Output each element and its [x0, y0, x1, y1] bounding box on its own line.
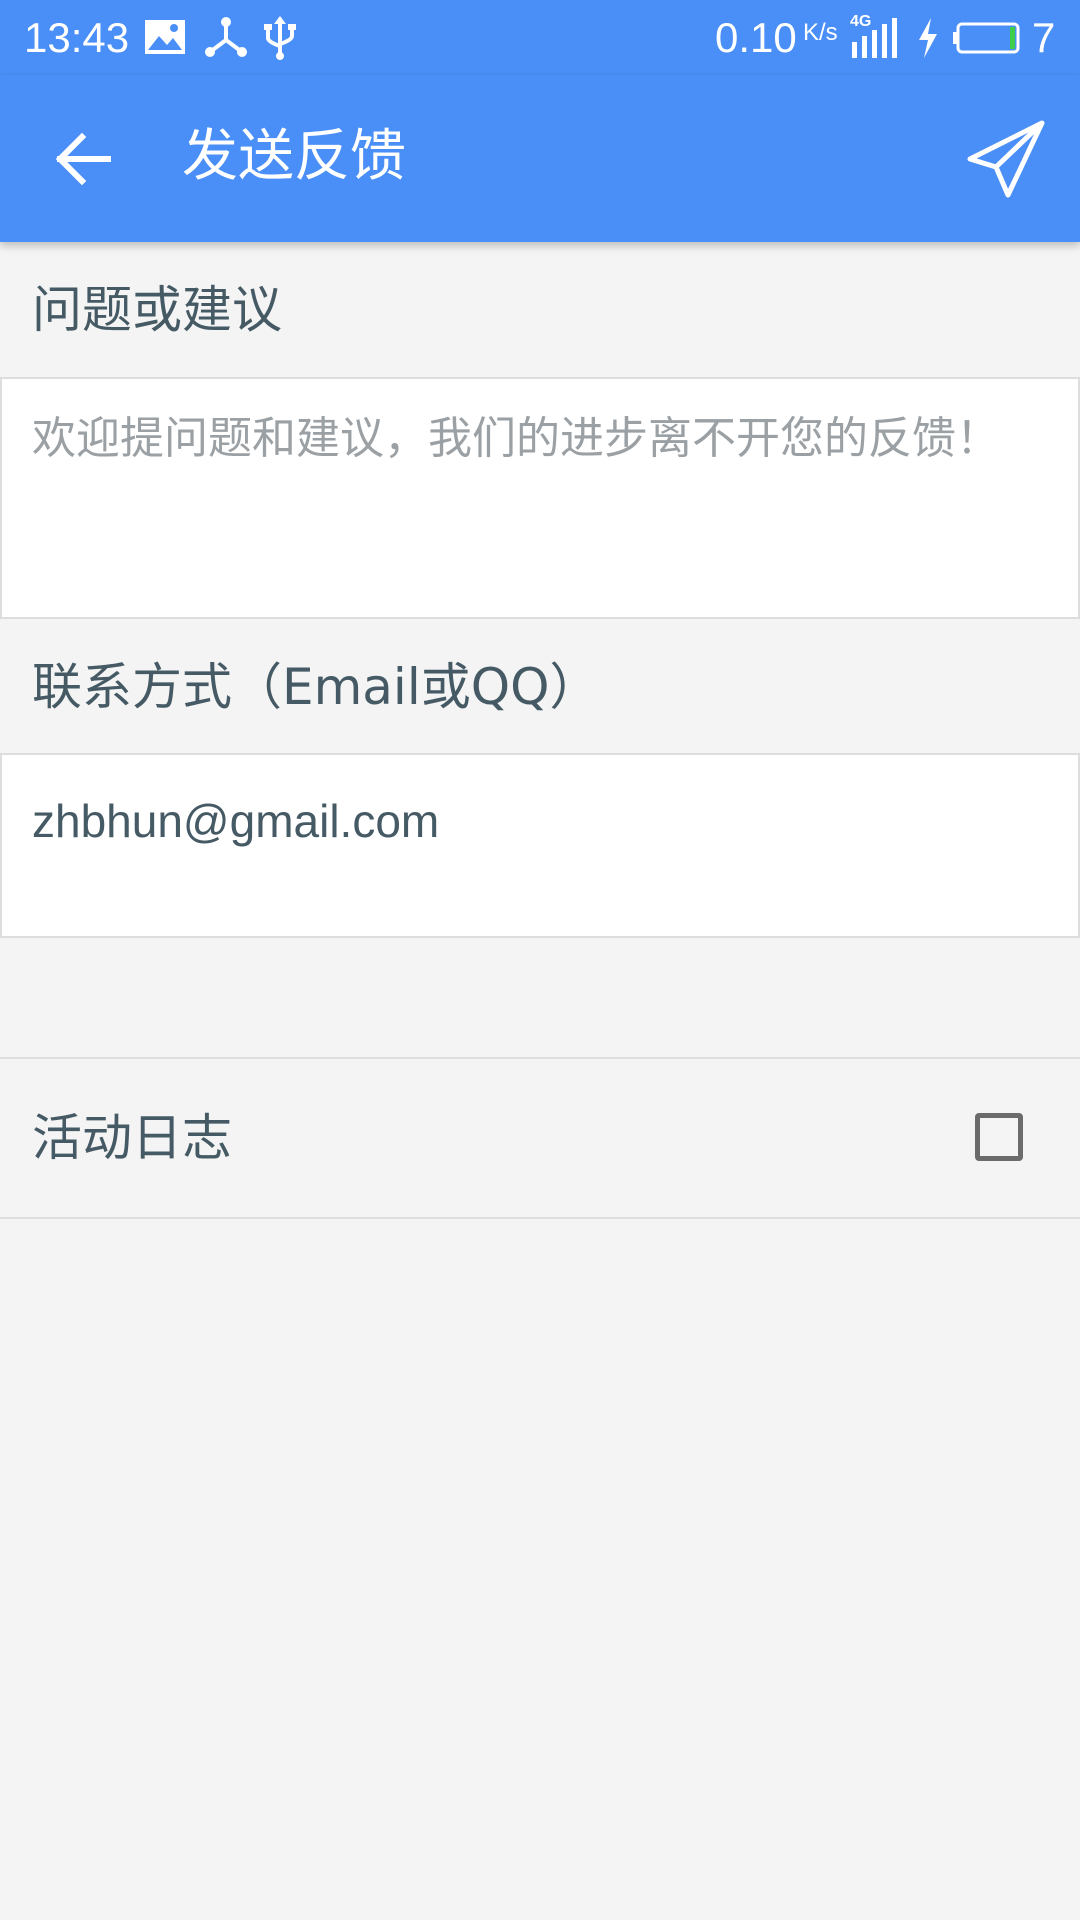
- divider: [0, 1217, 1080, 1219]
- status-bar: 13:43 0.10 K/s 4G 7: [0, 0, 1080, 75]
- arrow-left-icon[interactable]: [44, 119, 124, 199]
- paper-plane-icon[interactable]: [966, 119, 1046, 199]
- activity-log-label: 活动日志: [32, 1109, 232, 1167]
- contact-label: 联系方式（Email或QQ）: [32, 658, 600, 716]
- signal-4g-label: 4G: [850, 13, 872, 30]
- contact-input[interactable]: zhbhun@gmail.com: [0, 753, 1080, 938]
- usb-icon: [264, 16, 296, 60]
- charging-icon: [919, 18, 937, 58]
- image-icon: [145, 20, 185, 54]
- battery-icon: [953, 22, 1020, 54]
- feedback-textarea[interactable]: 欢迎提问题和建议，我们的进步离不开您的反馈！: [0, 377, 1080, 619]
- status-time: 13:43: [24, 14, 130, 61]
- feedback-placeholder: 欢迎提问题和建议，我们的进步离不开您的反馈！: [32, 413, 1000, 464]
- network-speed-unit: K/s: [803, 19, 838, 46]
- page-title: 发送反馈: [182, 124, 406, 189]
- battery-level: 7: [1032, 14, 1056, 61]
- feedback-label: 问题或建议: [32, 281, 282, 339]
- share-hub-icon: [205, 17, 247, 57]
- network-speed: 0.10: [715, 14, 797, 61]
- app-bar: 发送反馈: [0, 75, 1080, 242]
- contact-value: zhbhun@gmail.com: [32, 795, 440, 847]
- activity-log-checkbox[interactable]: [975, 1113, 1023, 1161]
